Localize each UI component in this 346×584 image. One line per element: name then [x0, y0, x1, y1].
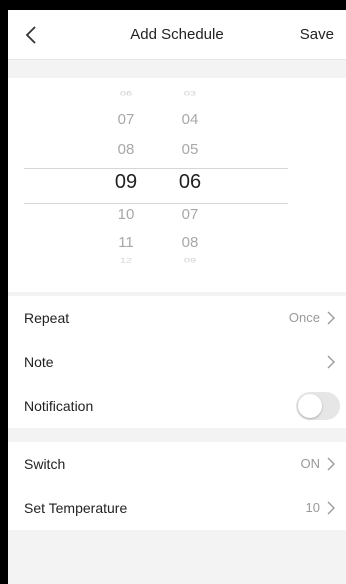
hour-option[interactable]: 07: [96, 111, 156, 128]
set-temperature-row[interactable]: Set Temperature 10: [8, 486, 346, 530]
note-row[interactable]: Note: [8, 340, 346, 384]
toggle-knob: [298, 394, 322, 418]
notification-row: Notification: [8, 384, 346, 428]
hour-option-selected[interactable]: 09: [96, 171, 156, 194]
repeat-row[interactable]: Repeat Once: [8, 296, 346, 340]
hour-wheel[interactable]: 06 07 08 09 10 11 12: [96, 78, 156, 292]
hour-option[interactable]: 12: [96, 258, 156, 265]
chevron-right-icon: [327, 457, 335, 471]
notification-label: Notification: [24, 398, 94, 414]
chevron-right-icon: [327, 355, 335, 369]
hour-option[interactable]: 08: [96, 141, 156, 158]
chevron-right-icon: [327, 311, 335, 325]
time-picker[interactable]: 06 07 08 09 10 11 12 03 04 05 06 07 08 0…: [8, 78, 346, 292]
minute-option[interactable]: 05: [160, 141, 220, 158]
repeat-value: Once: [288, 310, 320, 325]
selection-top-divider: [24, 168, 288, 169]
set-temperature-label: Set Temperature: [24, 500, 128, 516]
hour-option[interactable]: 06: [96, 91, 156, 98]
selection-bottom-divider: [24, 203, 288, 204]
switch-label: Switch: [24, 456, 66, 472]
switch-row[interactable]: Switch ON: [8, 442, 346, 486]
minute-option[interactable]: 08: [160, 234, 220, 251]
navigation-bar: Add Schedule Save: [8, 10, 346, 60]
save-button[interactable]: Save: [294, 10, 340, 60]
chevron-left-icon: [25, 26, 36, 44]
hour-option[interactable]: 11: [96, 234, 156, 251]
minute-option[interactable]: 04: [160, 111, 220, 128]
minute-option[interactable]: 09: [160, 258, 220, 265]
set-temperature-value: 10: [305, 500, 320, 515]
note-label: Note: [24, 354, 54, 370]
minute-option-selected[interactable]: 06: [160, 171, 220, 194]
back-button[interactable]: [20, 23, 42, 47]
chevron-right-icon: [327, 501, 335, 515]
app-screen: Add Schedule Save 06 07 08 09 10 11 12 0…: [8, 10, 346, 584]
minute-option[interactable]: 03: [160, 91, 220, 98]
hour-option[interactable]: 10: [96, 206, 156, 223]
switch-value: ON: [300, 456, 321, 471]
minute-wheel[interactable]: 03 04 05 06 07 08 09: [160, 78, 220, 292]
notification-toggle[interactable]: [296, 392, 340, 420]
minute-option[interactable]: 07: [160, 206, 220, 223]
repeat-label: Repeat: [24, 310, 70, 326]
